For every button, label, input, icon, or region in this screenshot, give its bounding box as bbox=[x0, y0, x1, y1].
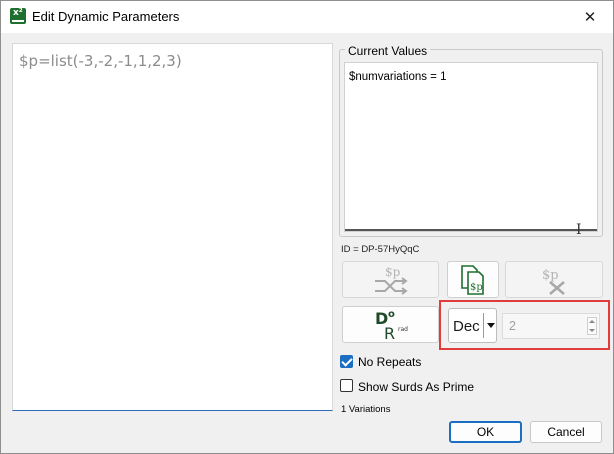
variations-count: 1 Variations bbox=[341, 404, 391, 415]
clear-icon: $p bbox=[542, 268, 565, 295]
svg-text:$p: $p bbox=[542, 268, 559, 283]
no-repeats-checkbox[interactable] bbox=[340, 355, 353, 368]
parameter-editor[interactable]: $p=list(-3,-2,-1,1,2,3) bbox=[12, 43, 333, 411]
degrees-radians-icon: D o R rad bbox=[375, 309, 408, 342]
check-icon bbox=[341, 355, 353, 367]
svg-text:rad: rad bbox=[398, 326, 408, 333]
current-values-label: Current Values bbox=[345, 44, 431, 58]
current-values-text: $numvariations = 1 bbox=[349, 71, 447, 83]
show-surds-checkbox[interactable] bbox=[340, 379, 353, 392]
close-button[interactable]: ✕ bbox=[567, 1, 613, 33]
ok-button[interactable]: OK bbox=[449, 421, 522, 443]
app-icon: x² bbox=[10, 8, 26, 24]
decimal-places-stepper[interactable]: 2 bbox=[502, 313, 600, 339]
number-format-select[interactable]: Dec bbox=[448, 308, 497, 343]
copy-icon: $p bbox=[461, 264, 484, 295]
copy-parameter-button[interactable]: $p bbox=[447, 261, 499, 298]
shuffle-icon: $p bbox=[374, 265, 408, 295]
svg-text:o: o bbox=[388, 309, 395, 320]
svg-text:$p: $p bbox=[385, 265, 401, 279]
chevron-up-icon bbox=[589, 320, 595, 323]
current-values-box[interactable]: $numvariations = 1 bbox=[344, 62, 598, 232]
chevron-down-icon bbox=[589, 329, 595, 332]
stepper-arrows[interactable] bbox=[587, 317, 597, 335]
parameter-id-label: ID = DP-57HyQqC bbox=[341, 244, 420, 255]
svg-text:$p: $p bbox=[470, 282, 483, 293]
show-surds-label[interactable]: Show Surds As Prime bbox=[358, 380, 474, 394]
editor-text: $p=list(-3,-2,-1,1,2,3) bbox=[19, 52, 182, 70]
dialog-window: x² Edit Dynamic Parameters ✕ $p=list(-3,… bbox=[0, 0, 614, 454]
window-title: Edit Dynamic Parameters bbox=[32, 9, 180, 24]
svg-text:R: R bbox=[384, 324, 395, 342]
title-bar: x² Edit Dynamic Parameters ✕ bbox=[1, 1, 613, 33]
cancel-button[interactable]: Cancel bbox=[530, 421, 602, 443]
decimal-places-value: 2 bbox=[509, 319, 516, 333]
text-cursor-icon: I bbox=[576, 222, 582, 238]
shuffle-button[interactable]: $p bbox=[342, 261, 439, 298]
chevron-down-icon bbox=[487, 323, 495, 328]
clear-parameter-button[interactable]: $p bbox=[505, 261, 603, 298]
number-format-value: Dec bbox=[453, 318, 480, 335]
degrees-radians-button[interactable]: D o R rad bbox=[342, 306, 439, 343]
no-repeats-label[interactable]: No Repeats bbox=[358, 355, 421, 369]
